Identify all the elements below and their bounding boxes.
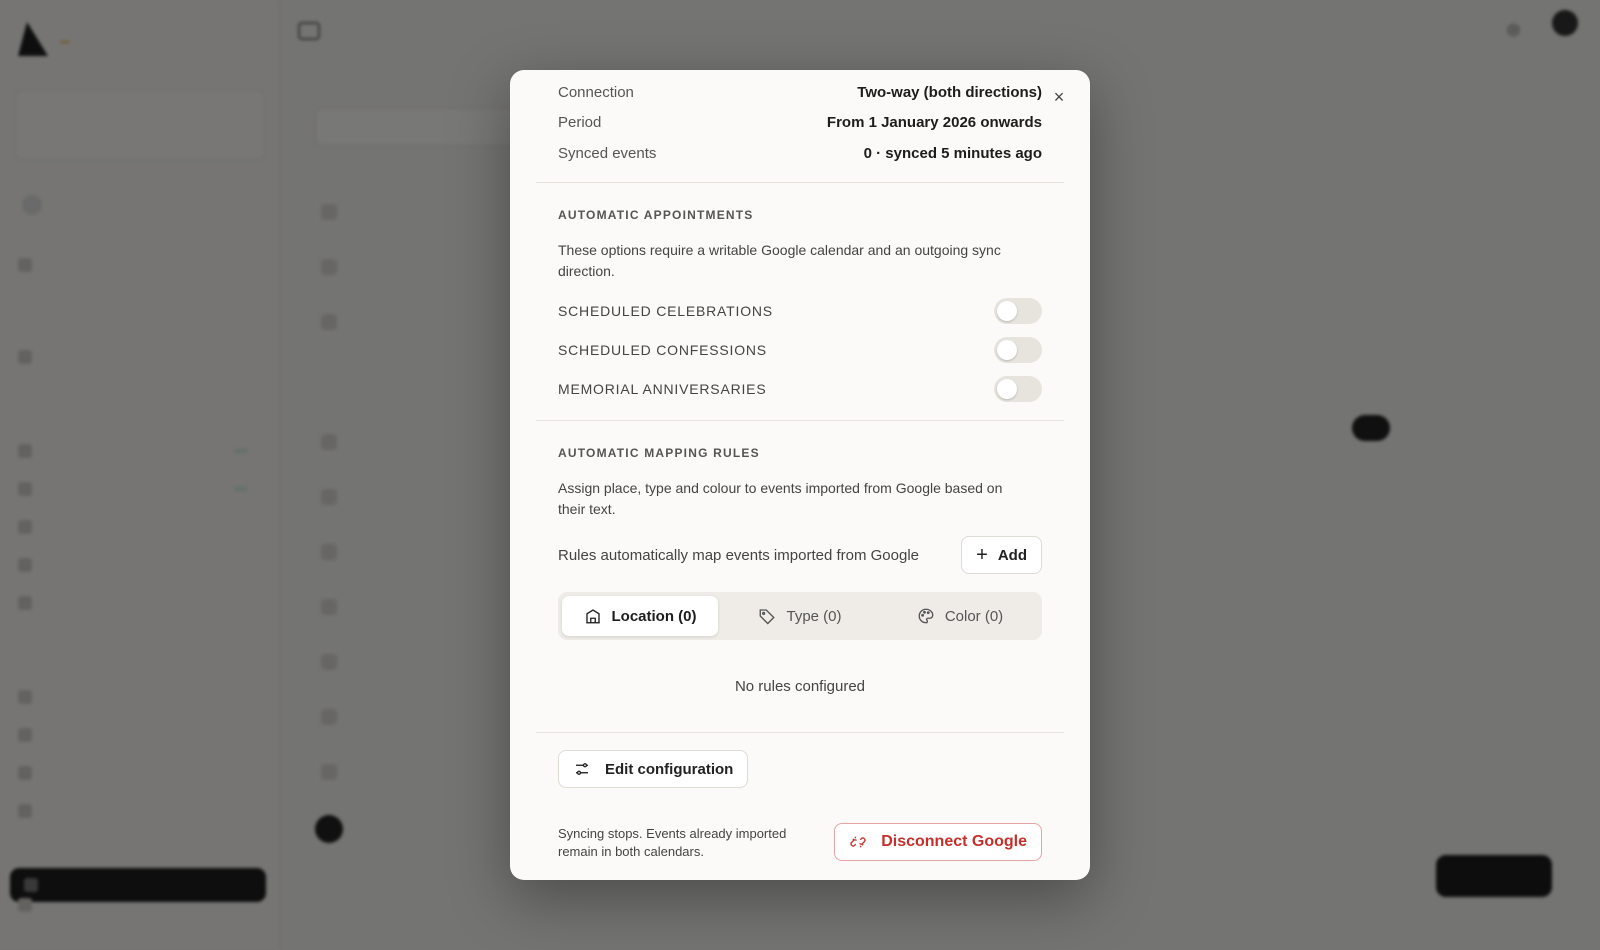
toggle-label: SCHEDULED CELEBRATIONS [558, 303, 773, 319]
tab-label: Color (0) [944, 607, 1004, 625]
anniversaries-toggle[interactable] [994, 376, 1042, 402]
info-row-synced-events: Synced events 0 · synced 5 minutes ago [558, 145, 1042, 162]
info-value: Two-way (both directions) [857, 84, 1042, 101]
tab-color[interactable]: Color (0) [882, 596, 1038, 636]
close-icon[interactable]: × [1048, 86, 1070, 108]
edit-configuration-label: Edit configuration [605, 760, 734, 778]
toggle-knob [997, 340, 1017, 360]
google-sync-dialog: × Connection Two-way (both directions) P… [510, 70, 1090, 880]
toggle-knob [997, 301, 1017, 321]
celebrations-toggle[interactable] [994, 298, 1042, 324]
toggle-label: MEMORIAL ANNIVERSARIES [558, 381, 767, 397]
add-rule-button[interactable]: + Add [961, 536, 1042, 574]
divider [536, 732, 1064, 733]
unlink-icon [850, 836, 866, 848]
palette-icon [918, 608, 934, 624]
edit-configuration-button[interactable]: Edit configuration [558, 750, 749, 788]
info-value: 0 · synced 5 minutes ago [863, 145, 1042, 162]
toggle-row-confessions: SCHEDULED CONFESSIONS [558, 337, 1042, 363]
building-icon [585, 609, 600, 624]
disconnect-google-button[interactable]: Disconnect Google [834, 823, 1042, 861]
toggle-row-celebrations: SCHEDULED CELEBRATIONS [558, 298, 1042, 324]
empty-state: No rules configured [734, 678, 866, 695]
sliders-icon [576, 763, 588, 775]
add-rule-line: Rules automatically map events imported … [558, 536, 1042, 574]
disconnect-google-label: Disconnect Google [881, 833, 1027, 850]
confessions-toggle[interactable] [994, 337, 1042, 363]
section-title-automatic-appointments: AUTOMATIC APPOINTMENTS [558, 208, 754, 222]
toggle-knob [997, 379, 1017, 399]
tab-label: Type (0) [786, 607, 842, 625]
info-label: Connection [558, 84, 634, 101]
toggle-row-anniversaries: MEMORIAL ANNIVERSARIES [558, 376, 1042, 402]
divider [536, 420, 1064, 421]
info-row-connection: Connection Two-way (both directions) [558, 84, 1042, 101]
info-label: Period [558, 114, 602, 131]
mapping-rules-description: Assign place, type and colour to events … [558, 480, 1003, 517]
tag-icon [760, 609, 776, 625]
add-rule-label: Add [997, 546, 1027, 564]
rule-tabs: Location (0) Type (0) Color (0) [558, 592, 1042, 640]
info-label: Synced events [558, 145, 657, 162]
disconnect-note: Syncing stops. Events already imported r… [558, 826, 787, 859]
info-row-period: Period From 1 January 2026 onwards [558, 114, 1042, 131]
tab-type[interactable]: Type (0) [722, 596, 878, 636]
divider [536, 182, 1064, 183]
automatic-appointments-description: These options require a writable Google … [558, 242, 1001, 279]
toggle-label: SCHEDULED CONFESSIONS [558, 342, 767, 358]
tab-location[interactable]: Location (0) [562, 596, 718, 636]
info-value: From 1 January 2026 onwards [826, 114, 1042, 131]
section-title-automatic-mapping-rules: AUTOMATIC MAPPING RULES [558, 446, 760, 460]
tab-label: Location (0) [611, 607, 697, 625]
add-rule-text: Rules automatically map events imported … [558, 546, 919, 564]
plus-icon: + [976, 544, 988, 566]
